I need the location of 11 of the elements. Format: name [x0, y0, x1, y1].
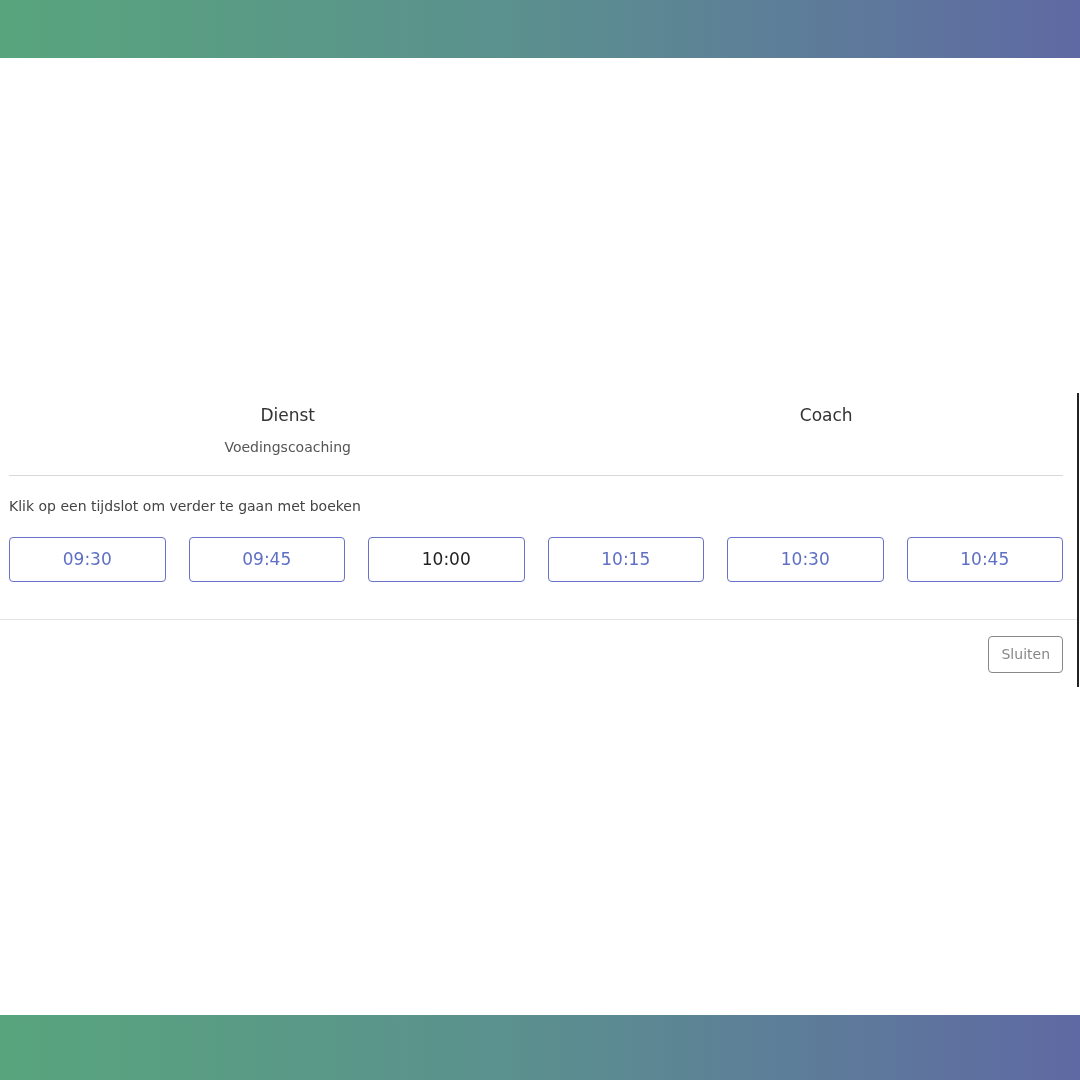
instruction-text: Klik op een tijdslot om verder te gaan met boeken [9, 497, 362, 516]
summary-label: Coach [799, 404, 853, 427]
time-slot-button[interactable]: 10:30 [727, 537, 884, 582]
summary-label: Dienst [260, 404, 315, 427]
close-button[interactable]: Sluiten [988, 636, 1063, 673]
time-slot-button[interactable]: 09:30 [9, 537, 166, 582]
time-slot-button[interactable]: 10:15 [547, 537, 704, 582]
time-slot-button[interactable]: 09:45 [188, 537, 345, 582]
time-slot-button[interactable]: 10:00 [368, 537, 525, 582]
summary-value: Voedingscoaching [224, 437, 351, 457]
time-slot-button[interactable]: 10:45 [906, 537, 1063, 582]
